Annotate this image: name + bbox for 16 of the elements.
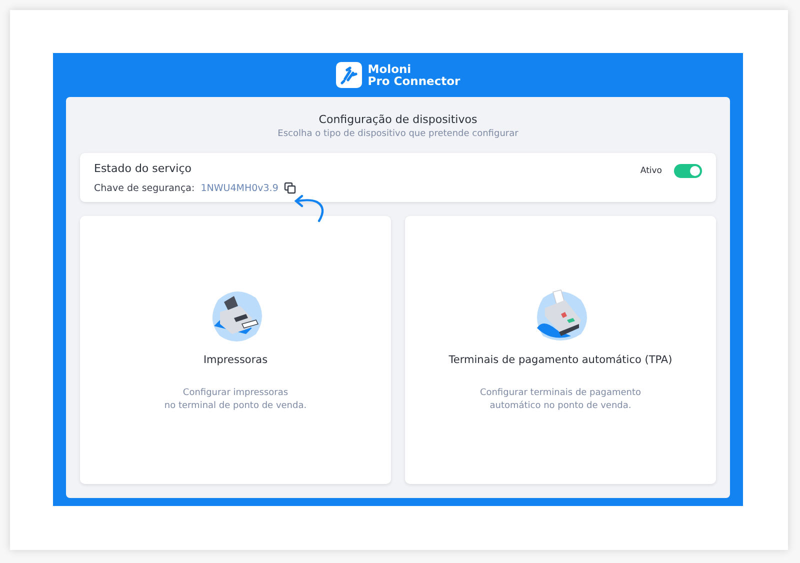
key-value: 1NWU4MH0v3.9 <box>200 182 278 194</box>
device-title: Impressoras <box>203 354 268 366</box>
device-title: Terminais de pagamento automático (TPA) <box>448 354 672 366</box>
device-card[interactable]: Terminais de pagamento automático (TPA) Configurar terminais de pagamento automático no ponto de venda. <box>405 216 716 484</box>
app-name: Moloni Pro Connector <box>368 63 460 87</box>
device-description: Configurar terminais de pagamento automático no ponto de venda. <box>480 387 642 413</box>
panel-title: Configuração de dispositivos <box>318 113 478 126</box>
key-label: Chave de segurança: <box>94 182 195 194</box>
device-description: Configurar impressoras no terminal de ponto de venda. <box>164 387 307 413</box>
device-card[interactable]: Impressoras Configurar impressoras no terminal de ponto de venda. <box>80 216 391 484</box>
copy-icon[interactable] <box>284 182 296 194</box>
service-toggle[interactable] <box>674 164 702 178</box>
panel-subtitle: Escolha o tipo de dispositivo que pretende configurar <box>278 129 518 139</box>
plug-logo-icon <box>336 62 362 88</box>
status-label: Ativo <box>640 166 662 176</box>
service-title: Estado do serviço <box>94 162 193 175</box>
